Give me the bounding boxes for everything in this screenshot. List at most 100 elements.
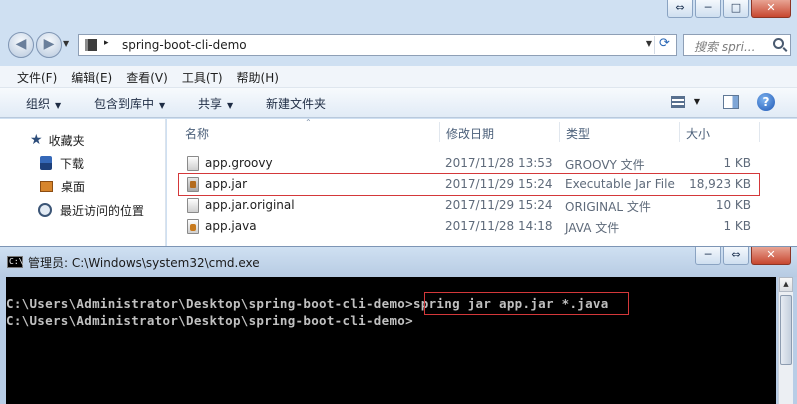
preview-pane-icon[interactable] (723, 95, 739, 109)
column-header-date[interactable]: 修改日期 (446, 125, 494, 142)
file-row-highlighted[interactable]: app.jar 2017/11/29 15:24 Executable Jar … (178, 173, 760, 196)
scroll-up-icon[interactable]: ▲ (779, 277, 793, 292)
address-bar[interactable]: ▸ spring-boot-cli-demo ▼ ⟳ (78, 34, 677, 56)
console-output[interactable]: C:\Users\Administrator\Desktop\spring-bo… (6, 277, 776, 404)
file-size: 1 KB (723, 156, 751, 170)
column-header-name[interactable]: 名称 (185, 125, 209, 142)
restore-button[interactable]: ⇔ (723, 247, 749, 265)
java-file-icon (187, 219, 199, 234)
menu-edit[interactable]: 编辑(E) (64, 66, 119, 87)
file-icon (187, 198, 199, 213)
column-headers: ⌃ 名称 修改日期 类型 大小 (167, 118, 797, 145)
menu-tools[interactable]: 工具(T) (175, 66, 230, 87)
breadcrumb-folder[interactable]: spring-boot-cli-demo (122, 38, 247, 52)
file-row[interactable]: app.jar.original 2017/11/29 15:24 ORIGIN… (179, 195, 759, 216)
column-divider[interactable] (679, 122, 680, 142)
file-size: 18,923 KB (689, 177, 751, 191)
minimize-button[interactable]: ─ (695, 0, 721, 18)
folder-icon (85, 39, 97, 51)
nav-item-label: 下载 (60, 156, 85, 171)
downloads-folder-icon (40, 156, 52, 170)
chevron-down-icon: ▼ (227, 101, 234, 110)
star-icon: ★ (30, 132, 43, 148)
back-button[interactable]: ◀ (8, 32, 34, 58)
include-in-library-label: 包含到库中 (94, 97, 155, 111)
vertical-scrollbar[interactable]: ▲ (778, 277, 793, 404)
command-highlight-box (424, 292, 629, 315)
explorer-window: ⇔ ─ □ ✕ ◀ ▶ ▼ ▸ spring-boot-cli-demo ▼ ⟳… (0, 0, 797, 246)
nav-item-desktop[interactable]: 桌面 (40, 175, 85, 197)
file-size: 10 KB (715, 198, 751, 212)
nav-item-recent[interactable]: 最近访问的位置 (38, 199, 144, 221)
file-type: GROOVY 文件 (565, 158, 645, 172)
include-in-library-button[interactable]: 包含到库中 ▼ (94, 95, 165, 112)
search-input[interactable]: 搜索 spri... (683, 34, 791, 56)
file-date: 2017/11/28 13:53 (445, 156, 553, 170)
file-name: app.jar (205, 177, 248, 191)
nav-item-label: 收藏夹 (48, 133, 85, 148)
file-type: JAVA 文件 (565, 221, 620, 235)
command-bar: 组织 ▼ 包含到库中 ▼ 共享 ▼ 新建文件夹 ▼ ? (0, 88, 797, 118)
nav-item-favorites[interactable]: ★ 收藏夹 (30, 129, 85, 151)
navigation-pane: ★ 收藏夹 下载 桌面 最近访问的位置 (0, 119, 166, 246)
maximize-button[interactable]: □ (723, 0, 749, 18)
column-divider[interactable] (439, 122, 440, 142)
navigation-bar: ◀ ▶ ▼ ▸ spring-boot-cli-demo ▼ ⟳ 搜索 spri… (0, 30, 797, 60)
file-type: ORIGINAL 文件 (565, 200, 651, 214)
address-chevron-down-icon[interactable]: ▼ (646, 39, 652, 48)
nav-item-label: 最近访问的位置 (60, 203, 145, 218)
help-icon[interactable]: ? (757, 93, 775, 111)
change-view-icon[interactable] (671, 96, 685, 108)
nav-item-label: 桌面 (61, 179, 86, 194)
refresh-icon[interactable]: ⟳ (654, 36, 674, 54)
desktop-icon (40, 180, 53, 192)
console-icon: C:\ (7, 256, 24, 268)
recent-places-icon (38, 203, 52, 217)
chevron-down-icon: ▼ (159, 101, 166, 110)
share-button[interactable]: 共享 ▼ (198, 95, 233, 112)
menu-bar: 文件(F) 编辑(E) 查看(V) 工具(T) 帮助(H) (0, 66, 797, 88)
file-type: Executable Jar File (565, 177, 675, 191)
file-date: 2017/11/29 15:24 (445, 177, 553, 191)
cmd-titlebar[interactable]: C:\ 管理员: C:\Windows\system32\cmd.exe ─ ⇔… (0, 247, 797, 277)
nav-item-downloads[interactable]: 下载 (40, 152, 84, 174)
file-icon (187, 156, 199, 171)
explorer-window-controls: ⇔ ─ □ ✕ (667, 0, 791, 20)
scrollbar-thumb[interactable] (780, 295, 792, 365)
close-button[interactable]: ✕ (751, 0, 791, 18)
console-line-2: C:\Users\Administrator\Desktop\spring-bo… (6, 313, 413, 328)
file-name: app.groovy (205, 156, 273, 170)
file-date: 2017/11/29 15:24 (445, 198, 553, 212)
file-size: 1 KB (723, 219, 751, 233)
search-placeholder: 搜索 spri... (694, 40, 756, 54)
new-folder-button[interactable]: 新建文件夹 (266, 95, 326, 112)
organize-button[interactable]: 组织 ▼ (26, 95, 61, 112)
column-divider[interactable] (759, 122, 760, 142)
chevron-down-icon: ▼ (55, 101, 62, 110)
organize-label: 组织 (26, 97, 51, 111)
file-name: app.java (205, 219, 257, 233)
cmd-title: 管理员: C:\Windows\system32\cmd.exe (28, 256, 260, 270)
view-options-chevron-down-icon[interactable]: ▼ (694, 97, 700, 106)
column-header-size[interactable]: 大小 (686, 125, 710, 142)
file-list: ⌃ 名称 修改日期 类型 大小 app.groovy 2017/11/28 13… (167, 118, 797, 246)
minimize-button[interactable]: ─ (695, 247, 721, 265)
sort-indicator-icon: ⌃ (305, 118, 312, 127)
close-button[interactable]: ✕ (751, 247, 791, 265)
menu-view[interactable]: 查看(V) (119, 66, 175, 87)
jar-file-icon (187, 177, 199, 192)
column-header-type[interactable]: 类型 (566, 125, 590, 142)
forward-button[interactable]: ▶ (36, 32, 62, 58)
recent-pages-chevron-down-icon[interactable]: ▼ (63, 39, 69, 48)
cmd-window: C:\ 管理员: C:\Windows\system32\cmd.exe ─ ⇔… (0, 246, 797, 404)
file-name: app.jar.original (205, 198, 295, 212)
file-row[interactable]: app.groovy 2017/11/28 13:53 GROOVY 文件 1 … (179, 153, 759, 174)
file-date: 2017/11/28 14:18 (445, 219, 553, 233)
menu-file[interactable]: 文件(F) (10, 66, 64, 87)
column-divider[interactable] (559, 122, 560, 142)
restore-icon[interactable]: ⇔ (667, 0, 693, 18)
breadcrumb-separator[interactable]: ▸ (104, 38, 109, 48)
search-icon[interactable] (773, 38, 784, 49)
file-row[interactable]: app.java 2017/11/28 14:18 JAVA 文件 1 KB (179, 216, 759, 237)
menu-help[interactable]: 帮助(H) (230, 66, 286, 87)
